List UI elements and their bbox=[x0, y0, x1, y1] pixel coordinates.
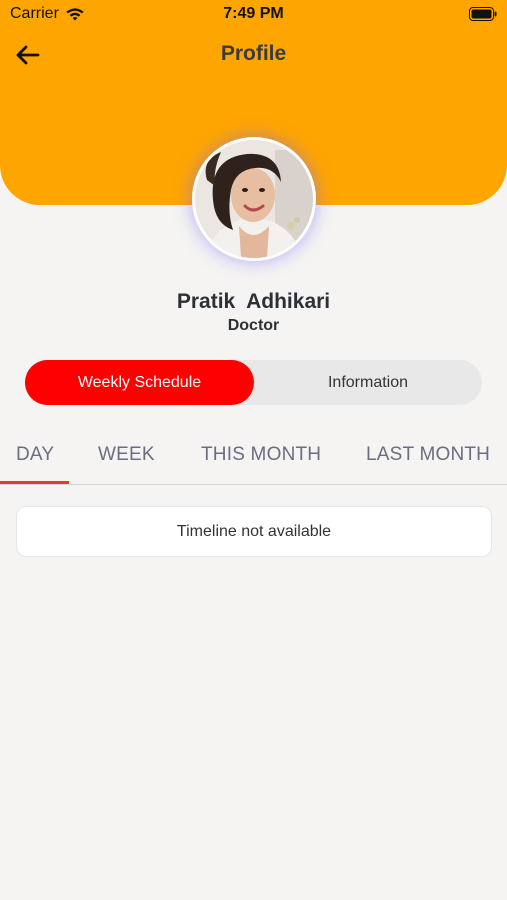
timeline-empty-card: Timeline not available bbox=[16, 506, 492, 557]
segment-information[interactable]: Information bbox=[254, 360, 482, 405]
tab-week[interactable]: WEEK bbox=[98, 444, 155, 466]
battery-icon bbox=[469, 7, 497, 26]
avatar bbox=[192, 137, 316, 261]
tab-day[interactable]: DAY bbox=[16, 444, 54, 466]
profile-name: Pratik Adhikari bbox=[176, 290, 331, 313]
segment-weekly-schedule[interactable]: Weekly Schedule bbox=[25, 360, 254, 405]
status-bar: Carrier 7:49 PM bbox=[0, 0, 507, 28]
profile-photo bbox=[195, 140, 313, 258]
tab-last-month[interactable]: LAST MONTH bbox=[366, 444, 490, 466]
timeline-empty-text: Timeline not available bbox=[176, 522, 332, 540]
tab-selected-indicator bbox=[0, 481, 69, 484]
page-title: Profile bbox=[220, 42, 287, 65]
tab-this-month[interactable]: THIS MONTH bbox=[201, 444, 321, 466]
status-time: 7:49 PM bbox=[223, 5, 284, 22]
profile-role: Doctor bbox=[227, 317, 280, 334]
profile-segment-control: Weekly Schedule Information bbox=[25, 360, 482, 405]
period-tabs: DAY WEEK THIS MONTH LAST MONTH bbox=[0, 430, 507, 485]
